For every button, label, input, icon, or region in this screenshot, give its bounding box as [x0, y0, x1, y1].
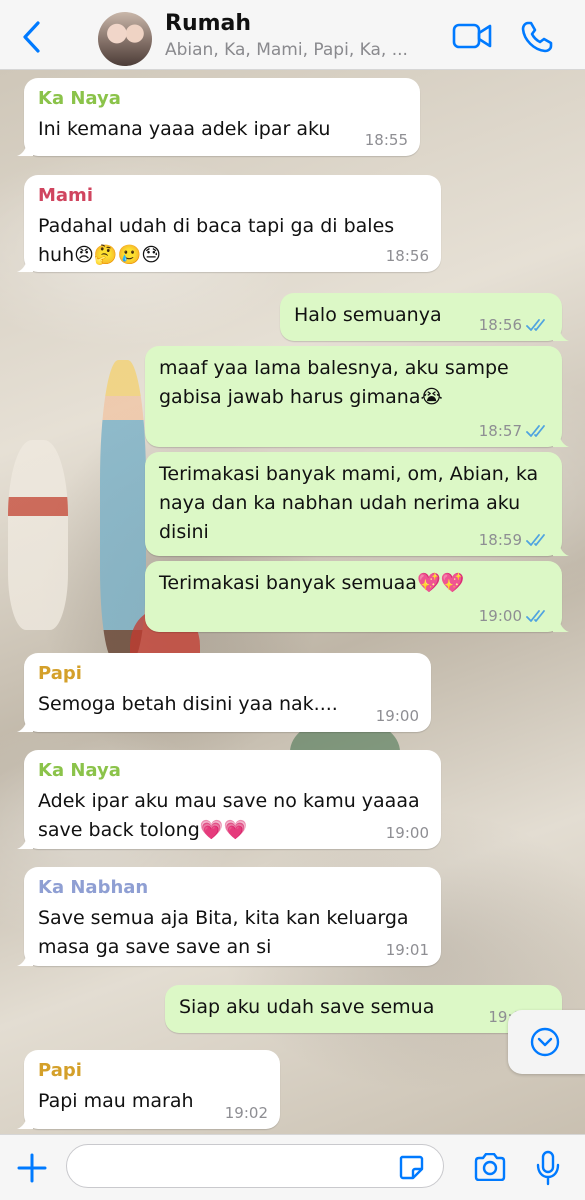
message-time: 19:00 [375, 707, 419, 725]
message-text: Padahal udah di baca tapi ga di bales hu… [38, 215, 395, 266]
read-ticks-icon [526, 425, 545, 437]
bubble-tail [17, 1113, 33, 1129]
outgoing-message[interactable]: Halo semuanya 18:56 [280, 293, 569, 341]
message-sender[interactable]: Mami [38, 185, 427, 206]
message-text: Adek ipar aku mau save no kamu yaaaa sav… [38, 790, 420, 841]
message-meta: 18:59 [479, 531, 550, 549]
bubble-tail [17, 833, 33, 849]
incoming-message[interactable]: Mami Padahal udah di baca tapi ga di bale… [17, 175, 441, 272]
message-meta: 18:56 [386, 247, 429, 265]
message-text: Terimakasi banyak semuaa💖💖 [159, 572, 465, 594]
incoming-message[interactable]: Papi Semoga betah disini yaa nak.... 19:00 [17, 653, 431, 732]
incoming-message[interactable]: Ka Nabhan Save semua aja Bita, kita kan k… [17, 867, 441, 966]
phone-icon[interactable] [520, 20, 554, 54]
message-time: 18:55 [364, 131, 408, 149]
sticker-icon[interactable] [398, 1154, 424, 1180]
message-composer [0, 1134, 585, 1200]
message-meta: 18:56 [479, 316, 550, 334]
video-camera-icon[interactable] [452, 22, 492, 50]
incoming-message[interactable]: Papi Papi mau marah 19:02 [17, 1050, 280, 1129]
message-input[interactable] [66, 1144, 444, 1188]
message-time: 19:02 [224, 1104, 268, 1122]
outgoing-message[interactable]: maaf yaa lama balesnya, aku sampe gabisa… [145, 346, 569, 447]
message-time: 19:00 [478, 607, 522, 625]
bubble-tail [17, 256, 33, 272]
message-meta: 18:57 [479, 422, 550, 440]
message-text: Save semua aja Bita, kita kan keluarga m… [38, 907, 409, 958]
outgoing-message[interactable]: Terimakasi banyak semuaa💖💖 19:00 [145, 561, 569, 632]
message-time: 18:57 [478, 422, 522, 440]
message-time: 18:56 [385, 247, 429, 265]
group-avatar[interactable] [98, 12, 152, 66]
message-text: Semoga betah disini yaa nak.... [38, 693, 338, 715]
read-ticks-icon [526, 534, 545, 546]
bubble-tail [17, 716, 33, 732]
message-text: Ini kemana yaaa adek ipar aku [38, 118, 331, 140]
chat-participants[interactable]: Abian, Ka, Mami, Papi, Ka, ... [165, 40, 408, 60]
chat-title[interactable]: Rumah [165, 11, 251, 36]
chevron-down-circle-icon [530, 1027, 560, 1057]
message-meta: 19:02 [225, 1104, 268, 1122]
incoming-message[interactable]: Ka Naya Adek ipar aku mau save no kamu ya… [17, 750, 441, 849]
plus-icon[interactable] [16, 1152, 48, 1184]
read-ticks-icon [526, 319, 545, 331]
chevron-left-icon[interactable] [20, 20, 44, 54]
message-text: maaf yaa lama balesnya, aku sampe gabisa… [159, 357, 509, 408]
chat-header: Rumah Abian, Ka, Mami, Papi, Ka, ... [0, 0, 585, 70]
wallpaper-toy-figure [100, 360, 146, 660]
message-sender[interactable]: Papi [38, 663, 417, 684]
message-sender[interactable]: Ka Naya [38, 88, 406, 109]
message-meta: 19:00 [376, 707, 419, 725]
bubble-tail [553, 540, 569, 556]
message-meta: 19:00 [479, 607, 550, 625]
microphone-icon[interactable] [536, 1150, 560, 1186]
message-time: 19:00 [385, 824, 429, 842]
camera-icon[interactable] [473, 1153, 507, 1181]
read-ticks-icon [526, 610, 545, 622]
bubble-tail [17, 950, 33, 966]
bubble-tail [17, 140, 33, 156]
incoming-message[interactable]: Ka Naya Ini kemana yaaa adek ipar aku 18:5… [17, 78, 420, 156]
bubble-tail [553, 431, 569, 447]
message-sender[interactable]: Ka Naya [38, 760, 427, 781]
outgoing-message[interactable]: Terimakasi banyak mami, om, Abian, ka na… [145, 452, 569, 556]
message-meta: 18:55 [365, 131, 408, 149]
bubble-tail [553, 616, 569, 632]
wallpaper-toy-figure [8, 440, 68, 630]
message-time: 19:01 [385, 941, 429, 959]
scroll-to-bottom-button[interactable] [508, 1010, 585, 1074]
message-sender[interactable]: Papi [38, 1060, 266, 1081]
message-sender[interactable]: Ka Nabhan [38, 877, 427, 898]
message-time: 18:59 [478, 531, 522, 549]
message-meta: 19:00 [386, 824, 429, 842]
bubble-tail [553, 325, 569, 341]
message-meta: 19:01 [386, 941, 429, 959]
outgoing-message[interactable]: Siap aku udah save semua 19:0 [165, 985, 569, 1033]
message-time: 18:56 [478, 316, 522, 334]
